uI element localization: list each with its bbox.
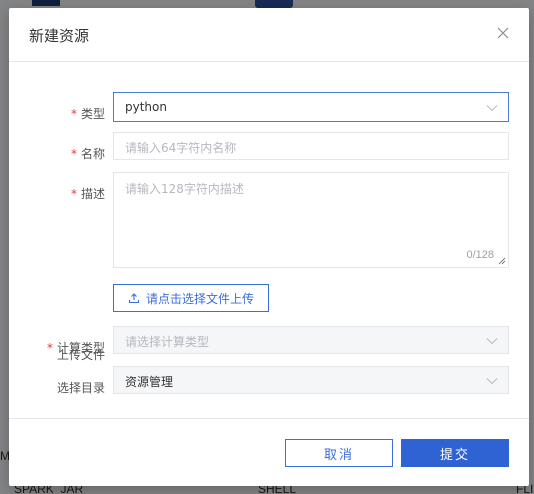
compute-type-select[interactable]: 请选择计算类型 (113, 326, 509, 354)
description-textarea[interactable]: 请输入128字符内描述 0/128 (113, 172, 509, 268)
directory-select[interactable]: 资源管理 (113, 366, 509, 394)
upload-file-button[interactable]: 请点击选择文件上传 (113, 284, 269, 312)
name-input-placeholder: 请输入64字符内名称 (125, 141, 237, 155)
required-mark: * (70, 187, 77, 201)
name-label: * 名称 (70, 147, 105, 161)
dialog-header: 新建资源 (9, 8, 529, 62)
description-placeholder: 请输入128字符内描述 (125, 182, 244, 196)
type-label: * 类型 (70, 107, 105, 121)
upload-icon (128, 293, 140, 304)
dialog-title: 新建资源 (29, 27, 90, 45)
resize-handle-icon[interactable] (498, 257, 506, 265)
cancel-button[interactable]: 取消 (285, 439, 393, 467)
description-label: * 描述 (70, 187, 105, 201)
type-select-value: python (125, 100, 167, 114)
upload-button-label: 请点击选择文件上传 (145, 291, 254, 306)
chevron-down-icon (486, 105, 498, 112)
required-mark: * (70, 147, 77, 161)
submit-button[interactable]: 提交 (401, 439, 509, 467)
type-select[interactable]: python (113, 92, 509, 122)
directory-label: 选择目录 (56, 381, 105, 395)
dialog-footer: 取消 提交 (9, 418, 529, 486)
description-char-counter: 0/128 (466, 249, 494, 261)
compute-type-placeholder: 请选择计算类型 (125, 335, 210, 349)
name-input[interactable]: 请输入64字符内名称 (113, 132, 509, 160)
close-icon[interactable] (493, 24, 513, 44)
chevron-down-icon (486, 378, 498, 385)
compute-type-label: * 计算类型 (46, 341, 105, 355)
chevron-down-icon (486, 338, 498, 345)
required-mark: * (46, 341, 53, 355)
directory-select-value: 资源管理 (125, 375, 174, 389)
required-mark: * (70, 107, 77, 121)
new-resource-dialog: 新建资源 * 类型 python * 名称 请输入64字符内名称 * 描述 请输入12… (9, 8, 529, 486)
